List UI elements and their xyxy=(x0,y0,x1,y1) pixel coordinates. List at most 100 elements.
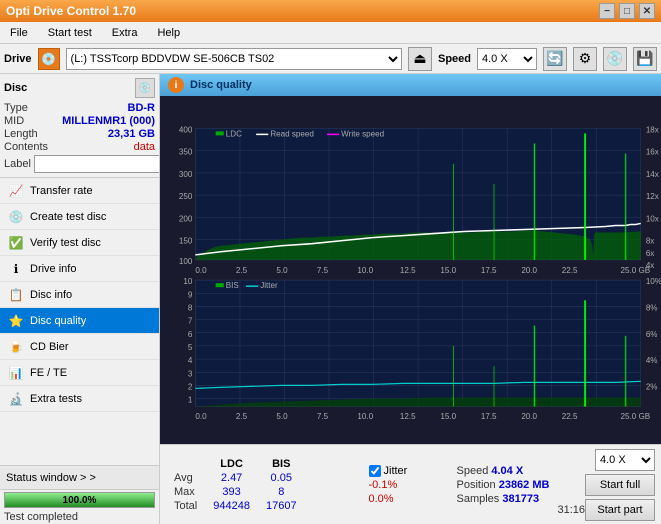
avg-row-label: Avg xyxy=(166,471,205,485)
svg-text:400: 400 xyxy=(179,125,193,134)
svg-text:3: 3 xyxy=(188,369,193,378)
sidebar-item-cd-bier[interactable]: 🍺 CD Bier xyxy=(0,334,159,360)
svg-text:6%: 6% xyxy=(646,330,658,339)
menu-file[interactable]: File xyxy=(4,25,34,41)
sidebar-item-create-test-disc[interactable]: 💿 Create test disc xyxy=(0,204,159,230)
fe-te-label: FE / TE xyxy=(30,367,67,379)
timestamp: 31:16 xyxy=(557,504,585,516)
svg-text:5.0: 5.0 xyxy=(276,266,288,275)
disc-button[interactable]: 💿 xyxy=(603,47,627,71)
svg-text:10.0: 10.0 xyxy=(357,266,373,275)
save-button[interactable]: 💾 xyxy=(633,47,657,71)
label-input[interactable] xyxy=(34,155,160,173)
status-text: Test completed xyxy=(0,510,159,524)
svg-text:20.0: 20.0 xyxy=(521,412,537,421)
sidebar: Disc 💿 Type BD-R MID MILLENMR1 (000) Len… xyxy=(0,74,160,524)
length-value: 23,31 GB xyxy=(108,128,155,140)
speed-label: Speed xyxy=(438,53,471,65)
transfer-rate-icon: 📈 xyxy=(8,183,24,199)
drive-info-icon: ℹ xyxy=(8,261,24,277)
drive-label: Drive xyxy=(4,53,32,65)
svg-text:10%: 10% xyxy=(646,277,661,286)
max-row-label: Max xyxy=(166,485,205,499)
svg-text:20.0: 20.0 xyxy=(521,266,537,275)
sidebar-item-drive-info[interactable]: ℹ Drive info xyxy=(0,256,159,282)
max-jitter: 0.0% xyxy=(369,493,394,505)
app-title: Opti Drive Control 1.70 xyxy=(6,4,136,18)
svg-text:200: 200 xyxy=(179,214,193,223)
action-speed-select[interactable]: 4.0 X xyxy=(595,449,655,471)
svg-text:8: 8 xyxy=(188,303,193,312)
sidebar-item-verify-test-disc[interactable]: ✅ Verify test disc xyxy=(0,230,159,256)
svg-text:0.0: 0.0 xyxy=(195,412,207,421)
disc-quality-header-icon: i xyxy=(168,77,184,93)
svg-text:22.5: 22.5 xyxy=(562,412,578,421)
transfer-rate-label: Transfer rate xyxy=(30,185,93,197)
svg-text:350: 350 xyxy=(179,148,193,157)
start-part-button[interactable]: Start part xyxy=(585,499,655,521)
stats-bar: LDC BIS Avg 2.47 0.05 Max 393 8 Total xyxy=(160,444,661,524)
svg-text:25.0 GB: 25.0 GB xyxy=(621,412,651,421)
maximize-button[interactable]: □ xyxy=(619,3,635,19)
menu-help[interactable]: Help xyxy=(151,25,186,41)
avg-bis: 0.05 xyxy=(258,471,305,485)
refresh-button[interactable]: 🔄 xyxy=(543,47,567,71)
svg-text:1: 1 xyxy=(188,396,193,405)
contents-value: data xyxy=(134,141,155,153)
svg-text:250: 250 xyxy=(179,192,193,201)
svg-text:4%: 4% xyxy=(646,356,658,365)
status-area: Status window > > 100.0% Test completed xyxy=(0,465,159,524)
progress-bar-container: 100.0% xyxy=(4,492,155,508)
svg-text:Write speed: Write speed xyxy=(341,129,384,138)
close-button[interactable]: ✕ xyxy=(639,3,655,19)
sidebar-item-fe-te[interactable]: 📊 FE / TE xyxy=(0,360,159,386)
minimize-button[interactable]: − xyxy=(599,3,615,19)
svg-text:14x: 14x xyxy=(646,170,659,179)
max-jitter-row: 0.0% xyxy=(369,493,449,505)
samples-val: 381773 xyxy=(502,493,539,505)
sidebar-item-disc-quality[interactable]: ⭐ Disc quality xyxy=(0,308,159,334)
svg-text:0.0: 0.0 xyxy=(195,266,207,275)
svg-text:2%: 2% xyxy=(646,382,658,391)
jitter-checkbox[interactable] xyxy=(369,465,381,477)
start-full-button[interactable]: Start full xyxy=(585,474,655,496)
main-layout: Disc 💿 Type BD-R MID MILLENMR1 (000) Len… xyxy=(0,74,661,524)
svg-text:6: 6 xyxy=(188,330,193,339)
mid-value: MILLENMR1 (000) xyxy=(62,115,155,127)
menu-extra[interactable]: Extra xyxy=(106,25,144,41)
type-label: Type xyxy=(4,102,28,114)
eject-button[interactable]: ⏏ xyxy=(408,47,432,71)
sidebar-item-transfer-rate[interactable]: 📈 Transfer rate xyxy=(0,178,159,204)
svg-text:5: 5 xyxy=(188,343,193,352)
disc-section-icon: 💿 xyxy=(135,78,155,98)
settings-button[interactable]: ⚙ xyxy=(573,47,597,71)
menu-start-test[interactable]: Start test xyxy=(42,25,98,41)
disc-section-title: Disc xyxy=(4,82,27,94)
disc-quality-header: i Disc quality xyxy=(160,74,661,96)
position-val: 23862 MB xyxy=(499,479,550,491)
svg-text:7.5: 7.5 xyxy=(317,412,329,421)
disc-section: Disc 💿 Type BD-R MID MILLENMR1 (000) Len… xyxy=(0,74,159,178)
svg-text:22.5: 22.5 xyxy=(562,266,578,275)
svg-text:10: 10 xyxy=(183,277,192,286)
progress-text: 100.0% xyxy=(5,493,154,507)
svg-text:7.5: 7.5 xyxy=(317,266,329,275)
drive-bar: Drive 💿 (L:) TSSTcorp BDDVDW SE-506CB TS… xyxy=(0,44,661,74)
svg-text:18x: 18x xyxy=(646,125,659,134)
disc-info-icon: 📋 xyxy=(8,287,24,303)
drive-info-label: Drive info xyxy=(30,263,76,275)
type-value: BD-R xyxy=(128,102,156,114)
charts-container: 400 350 300 250 200 150 100 18x 16x 14x … xyxy=(160,96,661,444)
svg-text:17.5: 17.5 xyxy=(481,266,497,275)
sidebar-item-disc-info[interactable]: 📋 Disc info xyxy=(0,282,159,308)
svg-text:LDC: LDC xyxy=(226,129,242,138)
svg-text:16x: 16x xyxy=(646,148,659,157)
total-ldc: 944248 xyxy=(205,499,258,513)
svg-text:2.5: 2.5 xyxy=(236,412,248,421)
drive-select[interactable]: (L:) TSSTcorp BDDVDW SE-506CB TS02 xyxy=(66,48,402,70)
sidebar-item-extra-tests[interactable]: 🔬 Extra tests xyxy=(0,386,159,412)
speed-select[interactable]: 4.0 X xyxy=(477,48,537,70)
svg-text:300: 300 xyxy=(179,170,193,179)
cd-bier-icon: 🍺 xyxy=(8,339,24,355)
status-window-button[interactable]: Status window > > xyxy=(0,466,159,490)
